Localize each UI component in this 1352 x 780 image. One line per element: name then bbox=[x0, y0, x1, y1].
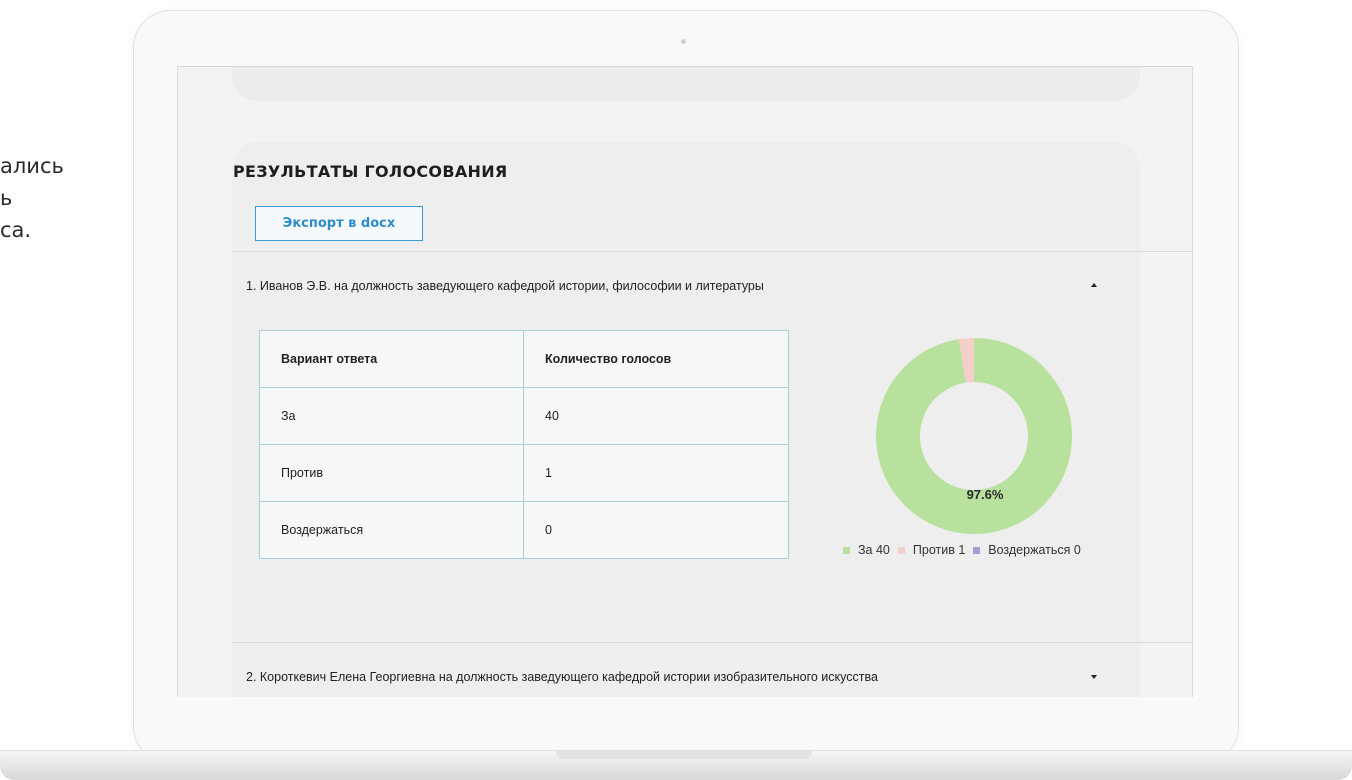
laptop-screen: РЕЗУЛЬТАТЫ ГОЛОСОВАНИЯ Экспорт в docx 1.… bbox=[177, 66, 1193, 697]
laptop-notch bbox=[556, 751, 812, 759]
table-header-row: Вариант ответа Количество голосов bbox=[259, 330, 789, 388]
legend-swatch bbox=[973, 546, 981, 554]
donut-chart-svg: 97.6% bbox=[876, 338, 1072, 534]
table-cell: 0 bbox=[523, 501, 789, 559]
table-cell: Воздержаться bbox=[259, 501, 524, 559]
vote-item-title[interactable]: 1. Иванов Э.В. на должность заведующего … bbox=[246, 279, 764, 293]
legend-label: Против 1 bbox=[912, 543, 966, 557]
table-header-cell: Вариант ответа bbox=[259, 330, 524, 388]
background-text: ались ь са. bbox=[0, 150, 64, 246]
legend-label: Воздержаться 0 bbox=[988, 543, 1081, 557]
expand-caret-icon[interactable] bbox=[1091, 675, 1097, 679]
vote-item-title[interactable]: 2. Короткевич Елена Георгиевна на должно… bbox=[246, 670, 878, 684]
table-row: Воздержаться 0 bbox=[259, 501, 789, 559]
slice-percent-label: 97.6% bbox=[967, 487, 1004, 502]
table-cell: За bbox=[259, 387, 524, 445]
donut-chart: 97.6% bbox=[864, 326, 1084, 546]
divider bbox=[232, 642, 1192, 643]
legend-swatch bbox=[843, 546, 850, 554]
results-title: РЕЗУЛЬТАТЫ ГОЛОСОВАНИЯ bbox=[233, 162, 508, 181]
background-text-line: ь bbox=[0, 186, 13, 210]
background-text-line: са. bbox=[0, 218, 32, 242]
legend-entry[interactable]: За 40 bbox=[843, 543, 890, 557]
legend-entry[interactable]: Воздержаться 0 bbox=[973, 543, 1081, 557]
background-text-line: ались bbox=[0, 154, 64, 178]
votes-table: Вариант ответа Количество голосов За 40 … bbox=[259, 330, 789, 559]
legend-label: За 40 bbox=[858, 543, 890, 557]
legend-swatch bbox=[897, 546, 905, 554]
table-header-cell: Количество голосов bbox=[523, 330, 789, 388]
table-cell: Против bbox=[259, 444, 524, 502]
table-row: Против 1 bbox=[259, 444, 789, 502]
divider bbox=[232, 251, 1192, 252]
table-cell: 1 bbox=[523, 444, 789, 502]
legend-entry[interactable]: Против 1 bbox=[897, 543, 966, 557]
chart-legend: За 40 Против 1 Воздержаться 0 bbox=[843, 543, 1089, 557]
table-cell: 40 bbox=[523, 387, 789, 445]
table-row: За 40 bbox=[259, 387, 789, 445]
previous-section-card bbox=[232, 67, 1140, 101]
camera-icon bbox=[681, 39, 686, 44]
export-docx-button[interactable]: Экспорт в docx bbox=[255, 206, 423, 241]
collapse-caret-icon[interactable] bbox=[1091, 283, 1097, 287]
